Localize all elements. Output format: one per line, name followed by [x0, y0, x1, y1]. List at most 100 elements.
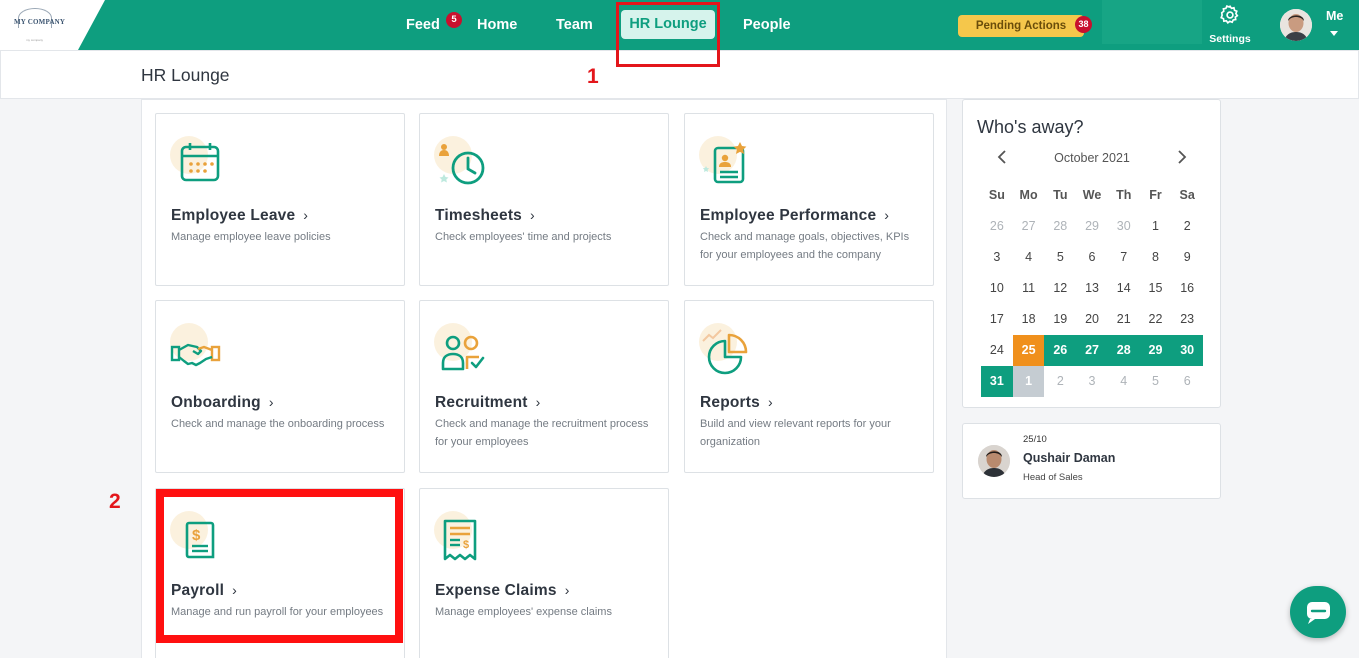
card-employee-leave[interactable]: Employee Leave › Manage employee leave po…	[155, 113, 405, 286]
card-expense-claims[interactable]: $ Expense Claims › Manage employees' expe…	[419, 488, 669, 658]
calendar-day[interactable]: 21	[1108, 304, 1140, 335]
card-description: Check employees' time and projects	[435, 231, 612, 243]
card-timesheets[interactable]: Timesheets › Check employees' time and pr…	[419, 113, 669, 286]
card-title: Recruitment ›	[435, 394, 541, 412]
calendar-grid: Su Mo Tu We Th Fr Sa 26 27 28 29 30 1 2 3 4 5 6 7 8 9…	[981, 180, 1204, 397]
calendar-day[interactable]: 14	[1108, 273, 1140, 304]
away-person-card[interactable]: 25/10 Qushair Daman Head of Sales	[962, 423, 1221, 499]
calendar-day[interactable]: 8	[1140, 242, 1172, 273]
chevron-right-icon: ›	[884, 207, 890, 223]
calendar-day[interactable]: 22	[1140, 304, 1172, 335]
calendar-day[interactable]: 29	[1139, 335, 1172, 366]
calendar-day[interactable]: 2	[1044, 366, 1076, 397]
calendar-day[interactable]: 30	[1171, 335, 1204, 366]
card-title-text: Onboarding	[171, 394, 261, 411]
card-title: Employee Performance ›	[700, 207, 889, 225]
nav-team[interactable]: Team	[556, 17, 593, 33]
calendar-day[interactable]: 17	[981, 304, 1013, 335]
annotation-number-1: 1	[587, 65, 599, 88]
weekday-label: Th	[1116, 188, 1132, 202]
calendar-day[interactable]: 5	[1140, 366, 1172, 397]
card-description: Build and view relevant reports for your…	[700, 418, 891, 448]
chat-button[interactable]	[1290, 586, 1346, 638]
person-name: Qushair Daman	[1023, 451, 1116, 465]
calendar-month-label: October 2021	[1054, 151, 1130, 165]
card-description: Check and manage goals, objectives, KPIs…	[700, 231, 910, 261]
nav-feed[interactable]: Feed	[406, 17, 440, 33]
calendar-day[interactable]: 27	[1076, 335, 1108, 366]
card-description: Manage employee leave policies	[171, 231, 331, 243]
feed-count-badge: 5	[446, 12, 462, 28]
calendar-week-row: 10 11 12 13 14 15 16	[981, 273, 1203, 304]
company-logo[interactable]: MY COMPANY my company	[0, 0, 105, 50]
calendar-day[interactable]: 4	[1108, 366, 1140, 397]
calendar-day[interactable]: 6	[1171, 366, 1203, 397]
weekday-label: Mo	[1019, 188, 1038, 202]
settings-button[interactable]: Settings	[1206, 4, 1254, 46]
calendar-day[interactable]: 29	[1076, 211, 1108, 242]
card-title: Timesheets ›	[435, 207, 535, 225]
calendar-day[interactable]: 28	[1044, 211, 1076, 242]
card-recruitment[interactable]: Recruitment › Check and manage the recrui…	[419, 300, 669, 473]
calendar-day[interactable]: 12	[1044, 273, 1076, 304]
weekday-label: We	[1082, 188, 1102, 202]
card-employee-performance[interactable]: Employee Performance › Check and manage g…	[684, 113, 934, 286]
calendar-day[interactable]: 20	[1076, 304, 1108, 335]
card-title: Expense Claims ›	[435, 582, 570, 600]
card-description: Check and manage the recruitment process…	[435, 418, 649, 448]
chevron-down-icon[interactable]	[1330, 31, 1338, 36]
calendar-day[interactable]: 10	[981, 273, 1013, 304]
calendar-day[interactable]: 30	[1108, 211, 1140, 242]
user-avatar[interactable]	[1280, 9, 1312, 41]
calendar-day[interactable]: 3	[1076, 366, 1108, 397]
nav-people[interactable]: People	[743, 17, 791, 33]
avatar-portrait-icon	[978, 445, 1010, 477]
card-title: Employee Leave ›	[171, 207, 308, 225]
calendar-day[interactable]: 9	[1171, 242, 1203, 273]
calendar-day[interactable]: 25	[1012, 335, 1045, 366]
chevron-right-icon: ›	[564, 582, 570, 598]
weekday-label: Sa	[1179, 188, 1195, 202]
calendar-day[interactable]: 24	[981, 335, 1013, 366]
card-description: Check and manage the onboarding process	[171, 418, 385, 430]
handshake-icon	[170, 343, 221, 367]
calendar-day[interactable]: 5	[1044, 242, 1076, 273]
calendar-day[interactable]: 23	[1171, 304, 1203, 335]
chevron-right-icon: ›	[268, 394, 274, 410]
calendar-day[interactable]: 4	[1013, 242, 1045, 273]
calendar-day[interactable]: 11	[1013, 273, 1045, 304]
pending-actions-button[interactable]: Pending Actions	[958, 15, 1084, 37]
whos-away-title: Who's away?	[977, 117, 1084, 137]
calendar-day[interactable]: 26	[1044, 335, 1077, 366]
calendar-day[interactable]: 16	[1171, 273, 1203, 304]
card-reports[interactable]: Reports › Build and view relevant reports…	[684, 300, 934, 473]
nav-home[interactable]: Home	[477, 17, 517, 33]
calendar-day[interactable]: 7	[1108, 242, 1140, 273]
calendar-day[interactable]: 27	[1013, 211, 1045, 242]
chevron-right-icon: ›	[535, 394, 541, 410]
logo-text: MY COMPANY	[14, 18, 66, 26]
chevron-right-icon: ›	[530, 207, 535, 223]
chevron-left-icon[interactable]	[995, 148, 1009, 166]
calendar-day[interactable]: 18	[1013, 304, 1045, 335]
calendar-week-row: 31 1 2 3 4 5 6	[981, 366, 1203, 397]
calendar-day[interactable]: 19	[1044, 304, 1076, 335]
calendar-weekday-row: Su Mo Tu We Th Fr Sa	[981, 180, 1203, 211]
calendar-day[interactable]: 13	[1076, 273, 1108, 304]
calendar-day[interactable]: 31	[981, 366, 1013, 397]
weekday-label: Su	[988, 188, 1005, 202]
weekday-label: Tu	[1053, 188, 1068, 202]
calendar-day[interactable]: 1	[1012, 366, 1045, 397]
card-onboarding[interactable]: Onboarding › Check and manage the onboard…	[155, 300, 405, 473]
away-date: 25/10	[1023, 434, 1047, 445]
chevron-right-icon[interactable]	[1175, 148, 1189, 166]
person-avatar	[978, 445, 1010, 477]
calendar-day[interactable]: 15	[1140, 273, 1172, 304]
calendar-day[interactable]: 1	[1140, 211, 1172, 242]
calendar-day[interactable]: 2	[1171, 211, 1203, 242]
calendar-day[interactable]: 26	[981, 211, 1013, 242]
calendar-day[interactable]: 3	[981, 242, 1013, 273]
calendar-day[interactable]: 6	[1076, 242, 1108, 273]
chevron-right-icon: ›	[303, 207, 309, 223]
calendar-day[interactable]: 28	[1107, 335, 1140, 366]
